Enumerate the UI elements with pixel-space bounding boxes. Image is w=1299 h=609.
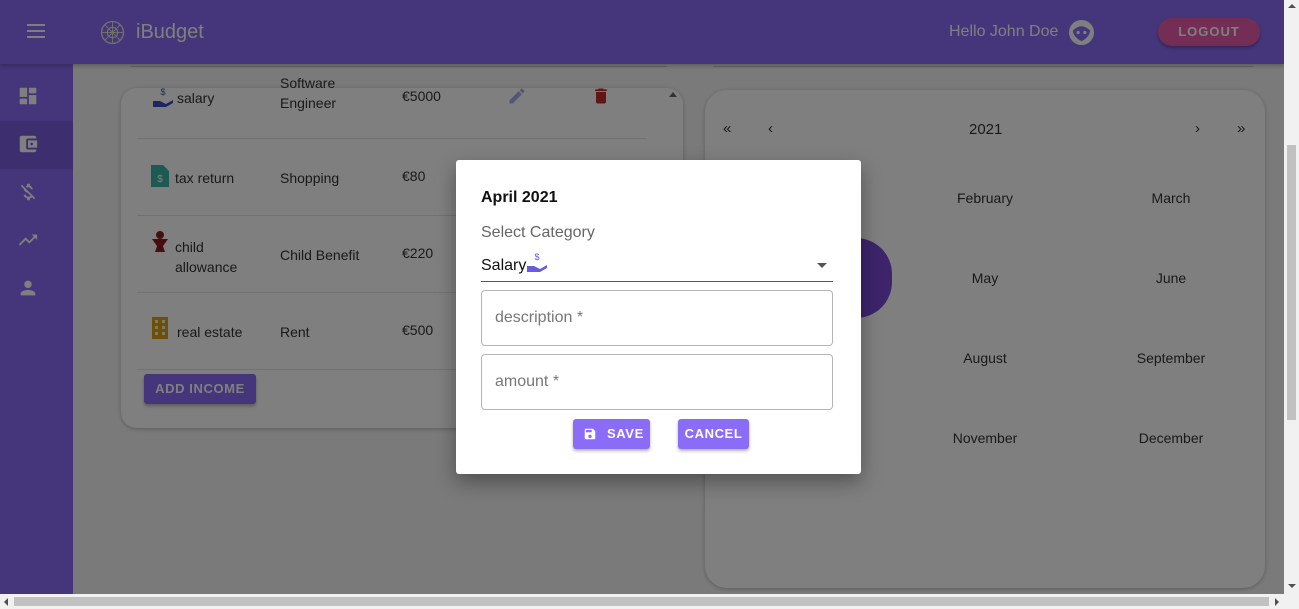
save-icon [584,428,596,440]
svg-text:$: $ [534,252,539,262]
category-selected-value: Salary [481,257,527,274]
scroll-up-arrow-icon[interactable] [1288,4,1296,8]
horizontal-scrollbar[interactable] [0,594,1299,609]
description-input[interactable] [482,291,832,345]
vertical-scroll-thumb[interactable] [1287,145,1296,420]
scroll-down-arrow-icon[interactable] [1288,584,1296,588]
amount-input[interactable] [482,355,832,409]
scroll-left-arrow-icon[interactable] [4,598,8,606]
add-income-dialog: April 2021 Select Category Salary $ SAVE… [456,160,861,474]
hand-coin-icon: $ [527,252,547,272]
category-select[interactable]: Salary $ [481,250,833,282]
description-field[interactable] [481,290,833,346]
vertical-scrollbar[interactable] [1284,0,1299,594]
amount-field[interactable] [481,354,833,410]
dropdown-arrow-icon [817,263,827,268]
scroll-right-arrow-icon[interactable] [1275,598,1279,606]
save-button[interactable]: SAVE [573,419,650,449]
select-category-label: Select Category [481,224,595,241]
horizontal-scroll-thumb[interactable] [14,597,1269,606]
cancel-button[interactable]: CANCEL [678,419,749,449]
dialog-title: April 2021 [481,189,558,206]
save-button-label: SAVE [607,426,644,441]
